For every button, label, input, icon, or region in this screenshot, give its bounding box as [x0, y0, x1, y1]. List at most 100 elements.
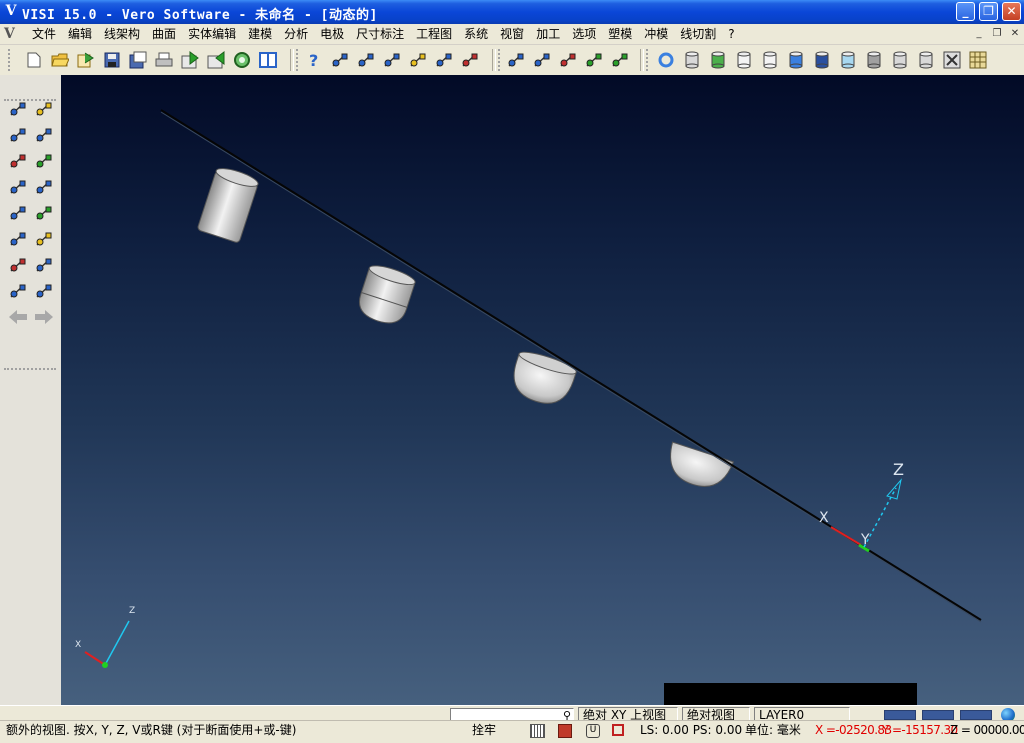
- open-icon[interactable]: [76, 50, 96, 70]
- minimize-button[interactable]: _: [956, 2, 975, 21]
- menu-item[interactable]: 编辑: [62, 27, 98, 42]
- cylinder-blue-icon[interactable]: [786, 50, 806, 70]
- cylinder-dual-icon[interactable]: [916, 50, 936, 70]
- screenshot-icon[interactable]: [34, 281, 54, 301]
- grid-icon[interactable]: [530, 724, 545, 738]
- toolbar-grip[interactable]: [296, 49, 301, 71]
- mdi-close-button[interactable]: ✕: [1008, 28, 1022, 40]
- menu-item[interactable]: 冲模: [638, 27, 674, 42]
- graphics-viewport[interactable]: X Y Z X Z: [61, 75, 1024, 705]
- refresh-icon[interactable]: [656, 50, 676, 70]
- unit-value: 单位: 毫米: [745, 723, 801, 737]
- import-icon[interactable]: [180, 50, 200, 70]
- view-mode-3-icon[interactable]: [960, 710, 992, 720]
- dimension-icon[interactable]: [34, 229, 54, 249]
- edit-curve-icon[interactable]: [34, 125, 54, 145]
- arrow-left-icon[interactable]: [8, 307, 28, 327]
- split-view-icon[interactable]: [258, 50, 278, 70]
- menu-item[interactable]: ?: [722, 27, 740, 42]
- query-entity-icon[interactable]: [382, 50, 402, 70]
- new-file-icon[interactable]: [24, 50, 44, 70]
- menu-item[interactable]: 建模: [242, 27, 278, 42]
- query-dims-icon[interactable]: [460, 50, 480, 70]
- restore-button[interactable]: ❐: [979, 2, 998, 21]
- view-mode-2-icon[interactable]: [922, 710, 954, 720]
- view-mode-1-icon[interactable]: [884, 710, 916, 720]
- snap-mode-icon[interactable]: [558, 724, 572, 738]
- punch-body-3[interactable]: [507, 348, 578, 410]
- magnet-icon[interactable]: U: [586, 724, 600, 738]
- delete-icon[interactable]: [8, 255, 28, 275]
- menu-item[interactable]: 选项: [566, 27, 602, 42]
- undo-icon[interactable]: [34, 255, 54, 275]
- coord-x: X =-02520.83: [815, 723, 892, 737]
- shade-icon[interactable]: [584, 50, 604, 70]
- box-cross-icon[interactable]: [942, 50, 962, 70]
- attributes-icon[interactable]: [8, 281, 28, 301]
- menu-item[interactable]: 文件: [26, 27, 62, 42]
- menu-item[interactable]: 系统: [458, 27, 494, 42]
- mdi-restore-button[interactable]: ❐: [990, 28, 1004, 40]
- save-icon[interactable]: [102, 50, 122, 70]
- triad-x-axis: [84, 651, 106, 666]
- measure-icon[interactable]: [34, 99, 54, 119]
- cylinder-gray-icon[interactable]: [864, 50, 884, 70]
- rotate-view-icon[interactable]: [8, 151, 28, 171]
- cylinder-white-icon[interactable]: [734, 50, 754, 70]
- menu-item[interactable]: 分析: [278, 27, 314, 42]
- query-curve-icon[interactable]: [434, 50, 454, 70]
- help-icon[interactable]: ?: [304, 50, 324, 70]
- layer-icon[interactable]: [34, 151, 54, 171]
- menu-item[interactable]: 加工: [530, 27, 566, 42]
- menu-item[interactable]: 电极: [314, 27, 350, 42]
- menu-item[interactable]: 实体编辑: [182, 27, 242, 42]
- fit-icon[interactable]: [8, 125, 28, 145]
- query-icon[interactable]: [330, 50, 350, 70]
- menu-item[interactable]: 尺寸标注: [350, 27, 410, 42]
- save-as-icon[interactable]: [128, 50, 148, 70]
- export-icon[interactable]: [206, 50, 226, 70]
- menu-item[interactable]: 线切割: [674, 27, 722, 42]
- viewport-canvas[interactable]: X Y Z X Z: [61, 75, 1024, 705]
- close-button[interactable]: ✕: [1002, 2, 1021, 21]
- open-folder-icon[interactable]: [50, 50, 70, 70]
- solid-icon[interactable]: [610, 50, 630, 70]
- menu-item[interactable]: 塑模: [602, 27, 638, 42]
- cylinder-outline-icon[interactable]: [760, 50, 780, 70]
- menu-item[interactable]: 线架构: [98, 27, 146, 42]
- punch-body-2[interactable]: [355, 262, 417, 328]
- rotate-icon[interactable]: [558, 50, 578, 70]
- cylinder-icon[interactable]: [682, 50, 702, 70]
- move-icon[interactable]: [532, 50, 552, 70]
- solid-box-icon[interactable]: [34, 203, 54, 223]
- grid-icon[interactable]: [968, 50, 988, 70]
- cylinder-mesh-icon[interactable]: [890, 50, 910, 70]
- menu-logo-icon[interactable]: V: [4, 26, 15, 42]
- snap-label[interactable]: 拴牢: [472, 723, 496, 738]
- punch-body-1[interactable]: [197, 165, 260, 243]
- toolbar-grip[interactable]: [646, 49, 651, 71]
- zoom-window-icon[interactable]: [8, 99, 28, 119]
- cylinder-darkblue-icon[interactable]: [812, 50, 832, 70]
- record-icon[interactable]: [612, 724, 624, 736]
- curve-edit-icon[interactable]: [34, 177, 54, 197]
- transform-icon[interactable]: [506, 50, 526, 70]
- menu-item[interactable]: 曲面: [146, 27, 182, 42]
- toolbar-grip[interactable]: [8, 49, 13, 71]
- arrow-right-icon[interactable]: [34, 307, 54, 327]
- query-point-icon[interactable]: [356, 50, 376, 70]
- left-toolbar-grip-bottom[interactable]: [4, 368, 56, 372]
- zoom-icon[interactable]: [232, 50, 252, 70]
- toolbar-grip[interactable]: [498, 49, 503, 71]
- pan-icon[interactable]: [8, 177, 28, 197]
- help-query-icon[interactable]: [8, 229, 28, 249]
- refresh-view-icon[interactable]: [8, 203, 28, 223]
- mdi-minimize-button[interactable]: _: [972, 28, 986, 40]
- print-icon[interactable]: [154, 50, 174, 70]
- cylinder-light-icon[interactable]: [838, 50, 858, 70]
- menu-item[interactable]: 工程图: [410, 27, 458, 42]
- punch-body-4[interactable]: [662, 441, 735, 494]
- cylinder-green-icon[interactable]: [708, 50, 728, 70]
- query-angle-icon[interactable]: [408, 50, 428, 70]
- menu-item[interactable]: 视窗: [494, 27, 530, 42]
